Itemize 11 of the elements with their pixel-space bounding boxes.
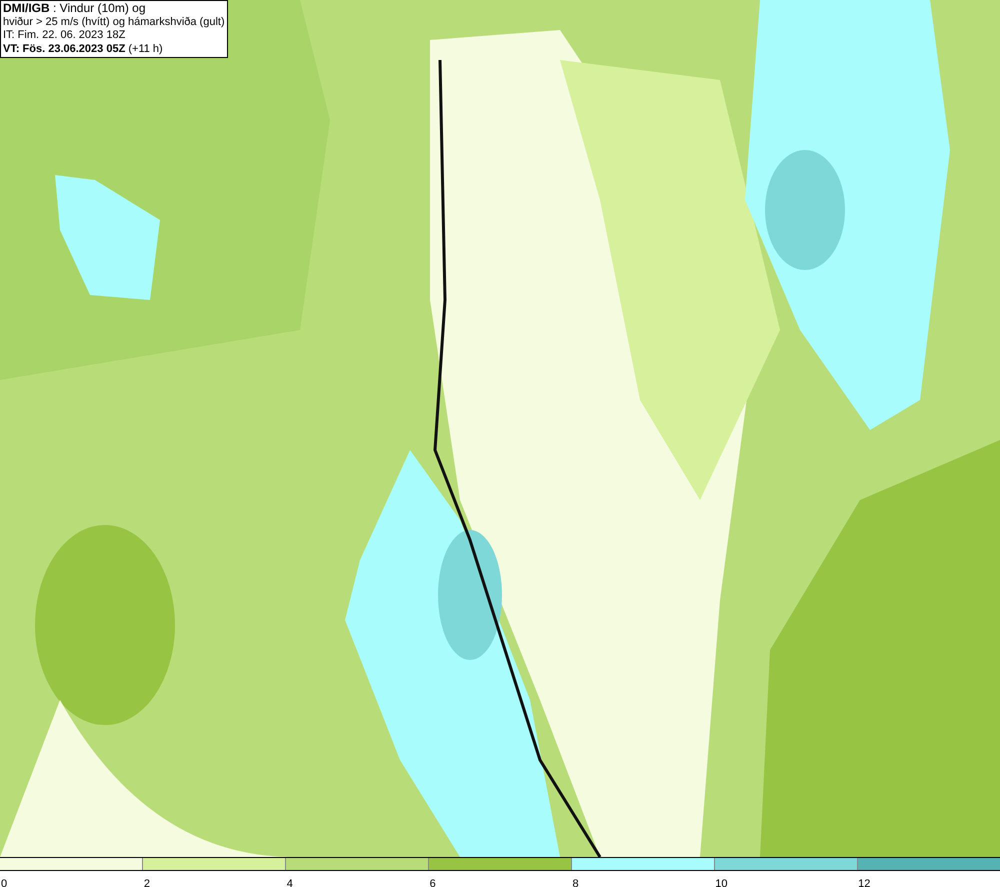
legend-label: 12 bbox=[857, 878, 870, 887]
caption-line: DMI/IGB : Vindur (10m) og bbox=[3, 2, 146, 16]
legend-label: 6 bbox=[428, 878, 436, 887]
caption-line: IT: Fim. 22. 06. 2023 18Z bbox=[3, 29, 126, 42]
legend-label: 4 bbox=[286, 878, 293, 887]
legend-label: 8 bbox=[571, 878, 579, 887]
legend-label: 0 bbox=[0, 878, 8, 887]
caption-line: hviður > 25 m/s (hvítt) og hámarkshviða (gult) bbox=[3, 16, 225, 29]
caption-line: VT: Fös. 23.06.2023 05Z (+11 h) bbox=[3, 42, 164, 56]
legend-label: 2 bbox=[142, 878, 150, 887]
legend-label: 10 bbox=[714, 878, 728, 887]
